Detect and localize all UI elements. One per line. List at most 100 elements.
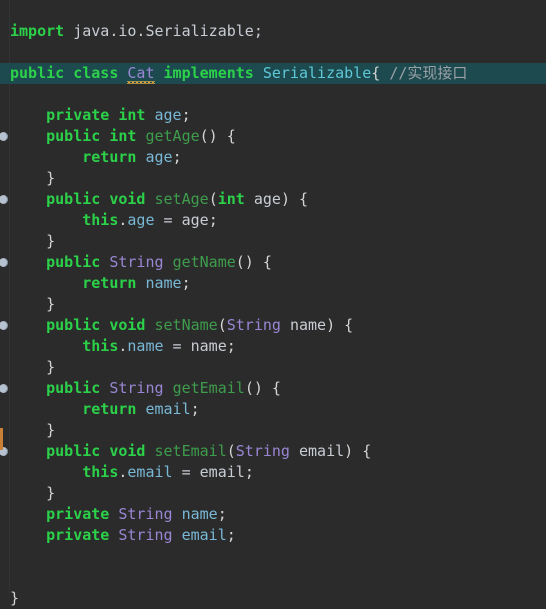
code-token: ) { [344, 442, 372, 460]
code-token: this [82, 337, 119, 355]
code-line[interactable]: } [0, 420, 546, 441]
code-token: private [46, 526, 110, 544]
code-token: import [10, 22, 65, 40]
code-token: ) { [280, 190, 309, 208]
code-token: () { [235, 253, 272, 271]
code-token: ; [181, 106, 191, 124]
code-token: private [46, 505, 110, 523]
code-token: age [181, 211, 209, 229]
code-token: public [10, 64, 65, 82]
code-line[interactable]: public void setEmail(String email) { [0, 441, 546, 462]
code-token: () { [244, 379, 281, 397]
code-line[interactable]: public String getName() { [0, 252, 546, 273]
code-token: public [46, 379, 101, 397]
code-line[interactable]: this.age = age; [0, 210, 546, 231]
code-line[interactable]: } [0, 294, 546, 315]
code-line[interactable]: public int getAge() { [0, 126, 546, 147]
code-token: age [145, 148, 173, 166]
code-token: } [10, 484, 56, 502]
code-line[interactable]: return name; [0, 273, 546, 294]
code-line[interactable]: this.email = email; [0, 462, 546, 483]
code-token: } [10, 421, 56, 439]
code-token: } [10, 295, 56, 313]
code-token: age [253, 190, 281, 208]
code-line[interactable]: public class Cat implements Serializable… [0, 63, 546, 84]
code-line[interactable]: this.name = name; [0, 336, 546, 357]
code-line[interactable]: public void setAge(int age) { [0, 189, 546, 210]
code-token: ( [226, 442, 236, 460]
code-token: String [235, 442, 290, 460]
code-token: class [73, 64, 119, 82]
code-line[interactable]: } [0, 168, 546, 189]
code-line[interactable]: } [0, 483, 546, 504]
code-token: public [46, 190, 101, 208]
code-token: email [199, 463, 245, 481]
code-token: setEmail [154, 442, 227, 460]
code-token: ( [217, 316, 227, 334]
code-token: String [109, 379, 164, 397]
code-token: name [190, 337, 227, 355]
code-line[interactable] [0, 42, 546, 63]
code-token: name [181, 505, 218, 523]
code-token: public [46, 127, 101, 145]
code-token: name [289, 316, 327, 334]
code-token: age [154, 106, 182, 124]
code-token: } [10, 589, 20, 607]
code-content[interactable]: import java.io.Serializable; public clas… [0, 0, 546, 607]
code-line[interactable]: } [0, 231, 546, 252]
code-token: } [10, 232, 56, 250]
code-token: private [46, 106, 110, 124]
code-line[interactable]: private int age; [0, 105, 546, 126]
code-token: getEmail [172, 379, 245, 397]
code-line[interactable]: private String email; [0, 525, 546, 546]
code-token: int [109, 127, 137, 145]
code-token: = [154, 211, 182, 229]
code-line[interactable] [0, 84, 546, 105]
code-line[interactable]: return age; [0, 147, 546, 168]
code-line[interactable]: import java.io.Serializable; [0, 21, 546, 42]
code-token: ; [226, 337, 236, 355]
code-line[interactable]: } [0, 357, 546, 378]
code-line[interactable] [0, 546, 546, 567]
code-line[interactable]: private String name; [0, 504, 546, 525]
code-line[interactable]: public void setName(String name) { [0, 315, 546, 336]
code-token: email [181, 526, 227, 544]
code-token: ; [172, 148, 182, 166]
code-token: String [118, 505, 173, 523]
code-token: ; [226, 526, 236, 544]
code-token: int [217, 190, 245, 208]
code-editor-pane[interactable]: import java.io.Serializable; public clas… [0, 0, 546, 607]
warning-token: Cat [127, 64, 155, 84]
code-line[interactable]: return email; [0, 399, 546, 420]
code-token: return [82, 148, 137, 166]
code-line[interactable]: } [0, 588, 546, 609]
code-line[interactable]: public String getEmail() { [0, 378, 546, 399]
code-token: age [127, 211, 155, 229]
code-line[interactable] [0, 0, 546, 21]
code-token: setName [154, 316, 218, 334]
code-token: name [127, 337, 164, 355]
code-line[interactable] [0, 567, 546, 588]
code-token: this [82, 211, 119, 229]
